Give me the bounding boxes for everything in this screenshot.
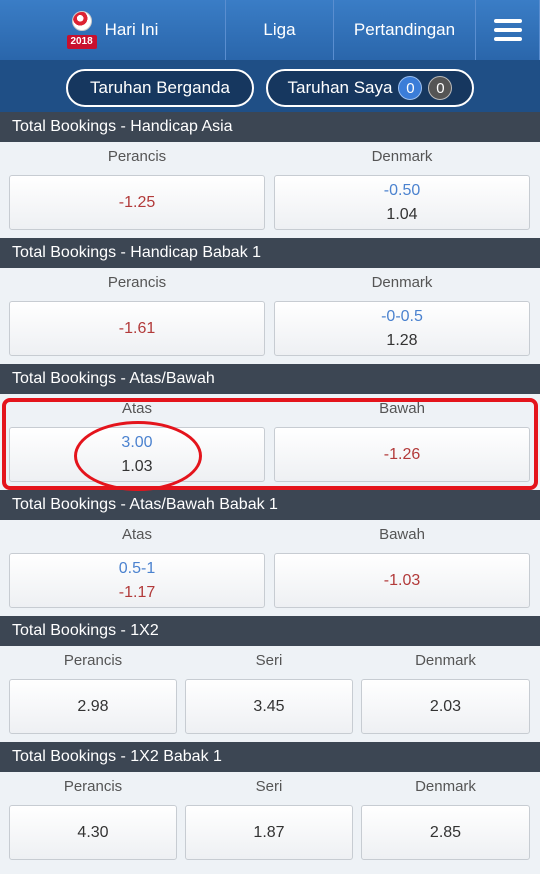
column-label: Bawah [379, 400, 425, 417]
column-label: Bawah [379, 526, 425, 543]
odds-line: 0.5-1 [118, 559, 156, 577]
odds-price: 4.30 [77, 823, 109, 841]
odds-button[interactable]: 4.30 [9, 805, 177, 860]
odds-button[interactable]: -1.26 [274, 427, 530, 482]
column-label: Denmark [371, 148, 433, 165]
menu-button[interactable] [476, 0, 540, 60]
market-body: Atas Bawah 0.5-1 -1.17 -1.03 [0, 520, 540, 620]
odds-price: 2.85 [429, 823, 462, 841]
column-label: Atas [121, 526, 152, 543]
market-body: Perancis Seri Denmark 4.30 1.87 2.85 [0, 772, 540, 874]
odds-price: 1.04 [386, 205, 418, 223]
column-label: Perancis [63, 778, 123, 795]
my-bets-label: Taruhan Saya [287, 78, 393, 97]
market-body: Atas Bawah 3.00 1.03 -1.26 [0, 394, 540, 494]
market-body: Perancis Denmark -1.61 -0-0.5 1.28 [0, 268, 540, 368]
odds-button[interactable]: 1.87 [185, 805, 353, 860]
market-body: Perancis Denmark -1.25 -0.50 1.04 [0, 142, 540, 242]
odds-price: 1.03 [121, 457, 153, 475]
top-navigation: 2018 Hari Ini Liga Pertandingan [0, 0, 540, 60]
odds-price: 1.87 [253, 823, 285, 841]
market-header: Total Bookings - Handicap Babak 1 [0, 238, 540, 268]
market-header: Total Bookings - Atas/Bawah Babak 1 [0, 490, 540, 520]
bet-actions-bar: Taruhan Berganda Taruhan Saya 0 0 [0, 60, 540, 116]
column-label: Denmark [415, 778, 476, 795]
odds-price: 2.03 [429, 697, 462, 715]
column-label: Seri [255, 652, 283, 669]
multi-bet-label: Taruhan Berganda [90, 78, 230, 97]
hamburger-icon [493, 19, 522, 41]
markets-list: Total Bookings - Handicap Asia Perancis … [0, 112, 540, 874]
odds-price: 1.28 [386, 331, 418, 349]
tab-liga-label: Liga [263, 20, 296, 39]
odds-button[interactable]: -1.03 [274, 553, 530, 608]
logo-year: 2018 [66, 35, 97, 49]
tab-today-label: Hari Ini [104, 20, 159, 39]
odds-button[interactable]: 2.98 [9, 679, 177, 734]
odds-price: -1.25 [118, 193, 156, 211]
odds-price: -1.17 [118, 583, 156, 601]
column-label: Perancis [107, 274, 167, 291]
odds-button[interactable]: -0.50 1.04 [274, 175, 530, 230]
bet-count-badge-settled: 0 [428, 76, 453, 100]
tab-today[interactable]: 2018 Hari Ini [0, 0, 226, 60]
column-label: Perancis [63, 652, 123, 669]
odds-line: -0-0.5 [381, 307, 423, 325]
bet-count-badge-pending: 0 [398, 76, 423, 100]
column-label: Denmark [415, 652, 476, 669]
odds-button[interactable]: -1.61 [9, 301, 265, 356]
odds-button[interactable]: 2.03 [361, 679, 530, 734]
odds-line: 3.00 [121, 433, 153, 451]
odds-button[interactable]: 3.00 1.03 [9, 427, 265, 482]
odds-line: -0.50 [383, 181, 421, 199]
odds-button[interactable]: 0.5-1 -1.17 [9, 553, 265, 608]
market-header: Total Bookings - Atas/Bawah [0, 364, 540, 394]
market-header: Total Bookings - 1X2 [0, 616, 540, 646]
odds-price: 3.45 [253, 697, 285, 715]
market-header: Total Bookings - 1X2 Babak 1 [0, 742, 540, 772]
multi-bet-button[interactable]: Taruhan Berganda [66, 69, 254, 107]
tab-matches[interactable]: Pertandingan [334, 0, 476, 60]
odds-button[interactable]: 2.85 [361, 805, 530, 860]
odds-price: -1.03 [383, 571, 421, 589]
column-label: Atas [121, 400, 152, 417]
odds-button[interactable]: -1.25 [9, 175, 265, 230]
odds-price: -1.61 [118, 319, 156, 337]
odds-price: 2.98 [77, 697, 109, 715]
world-cup-logo-icon: 2018 [66, 11, 97, 49]
tab-matches-label: Pertandingan [353, 20, 456, 39]
column-label: Seri [255, 778, 283, 795]
my-bets-button[interactable]: Taruhan Saya 0 0 [266, 69, 474, 107]
odds-button[interactable]: 3.45 [185, 679, 353, 734]
odds-button[interactable]: -0-0.5 1.28 [274, 301, 530, 356]
market-body: Perancis Seri Denmark 2.98 3.45 2.03 [0, 646, 540, 746]
odds-price: -1.26 [383, 445, 421, 463]
ball-icon [71, 11, 92, 31]
tab-liga[interactable]: Liga [226, 0, 334, 60]
column-label: Denmark [371, 274, 433, 291]
market-header: Total Bookings - Handicap Asia [0, 112, 540, 142]
column-label: Perancis [107, 148, 167, 165]
